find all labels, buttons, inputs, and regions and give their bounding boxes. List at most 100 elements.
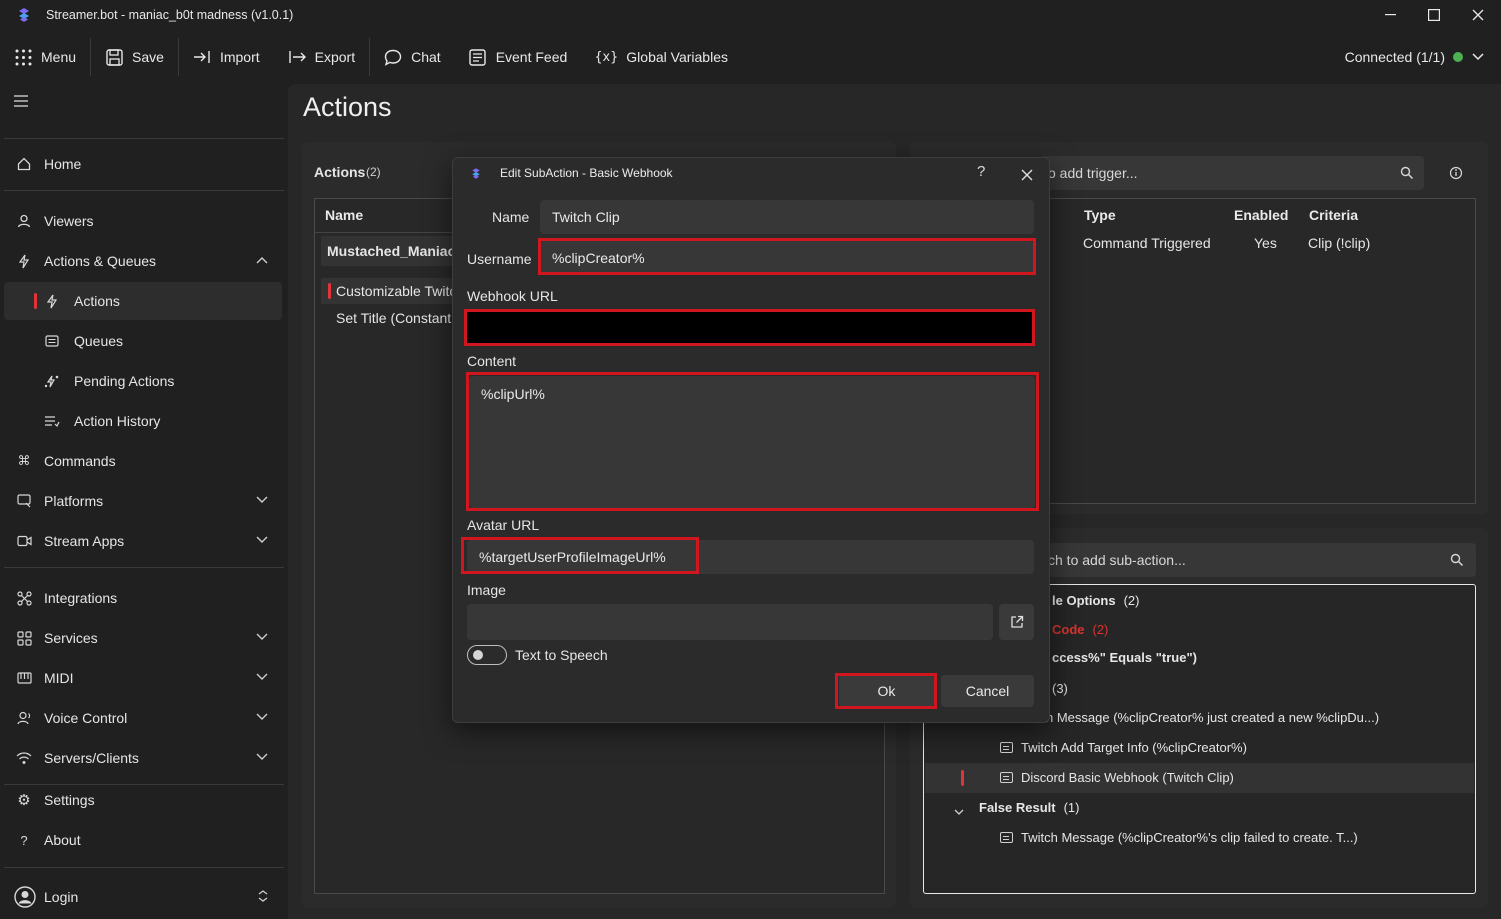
cancel-button[interactable]: Cancel [941,675,1034,707]
tree-item[interactable]: h Message (%clipCreator% just created a … [1046,710,1379,725]
subaction-search-input[interactable]: ch to add sub-action... [1040,543,1476,577]
feed-icon [469,48,487,66]
info-icon[interactable] [1449,166,1463,183]
tree-true-result[interactable]: (3) [1052,681,1068,696]
sidebar-item-login[interactable]: Login [4,878,282,916]
save-button[interactable]: Save [91,38,178,76]
sidebar-item-actions-queues[interactable]: Actions & Queues [4,242,282,280]
grid-icon [14,48,32,66]
tree-item-count: (3) [1052,681,1068,696]
floppy-icon [105,48,123,66]
connection-status[interactable]: Connected (1/1) [1345,38,1485,76]
sidebar: Home Viewers Actions & Queues Actions Qu… [0,84,288,919]
browse-image-button[interactable] [999,604,1034,640]
minimize-button[interactable] [1367,0,1413,30]
sidebar-item-pending-actions[interactable]: Pending Actions [4,362,282,400]
tree-item[interactable]: Twitch Add Target Info (%clipCreator%) [1000,740,1247,755]
column-header-type[interactable]: Type [1084,207,1116,223]
tree-group[interactable]: le Options (2) [1052,593,1139,608]
import-button[interactable]: Import [179,38,274,76]
event-feed-button[interactable]: Event Feed [455,38,582,76]
external-link-icon [1010,615,1023,628]
close-window-button[interactable] [1455,0,1501,30]
tree-item-disabled[interactable]: Code (2) [1052,622,1108,637]
search-icon[interactable] [1450,553,1464,570]
queue-icon [44,333,60,349]
trigger-criteria-cell[interactable]: Clip (!clip) [1308,235,1370,251]
sidebar-item-about[interactable]: ? About [4,821,282,859]
help-button[interactable]: ? [977,163,985,180]
variables-icon: {x} [594,49,619,65]
trigger-type-cell[interactable]: Command Triggered [1083,235,1211,251]
tree-item-label: Twitch Add Target Info (%clipCreator%) [1021,740,1247,755]
chevron-down-icon [1472,53,1484,61]
sidebar-divider [4,567,284,568]
name-input[interactable]: Twitch Clip [540,200,1034,234]
title-bar: Streamer.bot - maniac_b0t madness (v1.0.… [0,0,1501,30]
image-input[interactable] [467,604,993,640]
sidebar-item-commands[interactable]: ⌘ Commands [4,442,282,480]
connection-status-label: Connected (1/1) [1344,49,1445,65]
search-icon[interactable] [1400,166,1414,183]
ok-highlight-box [835,673,937,709]
sidebar-item-servers-clients[interactable]: Servers/Clients [4,739,282,777]
event-feed-label: Event Feed [495,49,568,65]
tree-false-result[interactable]: False Result (1) [979,800,1079,815]
column-header-name[interactable]: Name [325,207,363,223]
subaction-icon [1000,742,1013,753]
tree-if-statement[interactable]: ccess%" Equals "true") [1052,650,1197,665]
action-row-label[interactable]: Set Title (Constant [336,310,452,326]
username-label: Username [467,251,532,267]
webhook-url-input[interactable] [464,309,1035,346]
services-icon [16,630,32,646]
sidebar-item-actions[interactable]: Actions [4,282,282,320]
chevron-down-icon [256,535,268,547]
hamburger-menu-icon[interactable] [14,94,30,112]
menu-button[interactable]: Menu [0,38,90,76]
sidebar-item-settings[interactable]: ⚙ Settings [4,781,282,819]
platform-icon [16,493,32,509]
sidebar-item-label: Commands [44,453,116,469]
header-divider [315,232,455,233]
column-header-enabled[interactable]: Enabled [1234,207,1288,223]
voice-icon [16,710,32,726]
tree-item-discord-webhook[interactable]: Discord Basic Webhook (Twitch Clip) [1000,770,1234,785]
sidebar-item-services[interactable]: Services [4,619,282,657]
sidebar-item-viewers[interactable]: Viewers [4,202,282,240]
chat-button[interactable]: Chat [370,38,455,76]
selected-row-indicator [328,283,331,299]
tree-item[interactable]: Twitch Message (%clipCreator%'s clip fai… [1000,830,1358,845]
chevron-down-icon[interactable] [954,803,964,819]
global-variables-label: Global Variables [626,49,728,65]
sidebar-item-action-history[interactable]: Action History [4,402,282,440]
sidebar-item-home[interactable]: Home [4,145,282,183]
sidebar-item-platforms[interactable]: Platforms [4,482,282,520]
column-header-criteria[interactable]: Criteria [1309,207,1358,223]
export-icon [288,48,306,66]
history-icon [44,413,60,429]
chevron-down-icon [256,712,268,724]
maximize-button[interactable] [1411,0,1457,30]
dialog-title: Edit SubAction - Basic Webhook [500,166,673,180]
sidebar-item-voice-control[interactable]: Voice Control [4,699,282,737]
user-icon [16,213,32,229]
close-icon[interactable] [1021,168,1033,184]
sidebar-item-integrations[interactable]: Integrations [4,579,282,617]
sidebar-item-label: Actions & Queues [44,253,157,269]
export-button[interactable]: Export [274,38,369,76]
avatar-url-label: Avatar URL [467,517,540,533]
text-to-speech-toggle[interactable] [467,645,507,665]
sidebar-item-stream-apps[interactable]: Stream Apps [4,522,282,560]
username-highlight-box [538,238,1036,275]
sidebar-item-label: Servers/Clients [44,750,139,766]
trigger-search-input[interactable]: o add trigger... [1040,156,1424,190]
tree-item-count: (1) [1063,800,1080,815]
tree-item-count: (2) [1092,622,1109,637]
sidebar-item-queues[interactable]: Queues [4,322,282,360]
tree-group-label: le Options [1052,593,1116,608]
name-label: Name [492,209,530,225]
trigger-enabled-cell[interactable]: Yes [1254,235,1277,251]
global-variables-button[interactable]: {x} Global Variables [581,38,742,76]
sidebar-item-midi[interactable]: MIDI [4,659,282,697]
sidebar-item-label: Services [44,630,98,646]
